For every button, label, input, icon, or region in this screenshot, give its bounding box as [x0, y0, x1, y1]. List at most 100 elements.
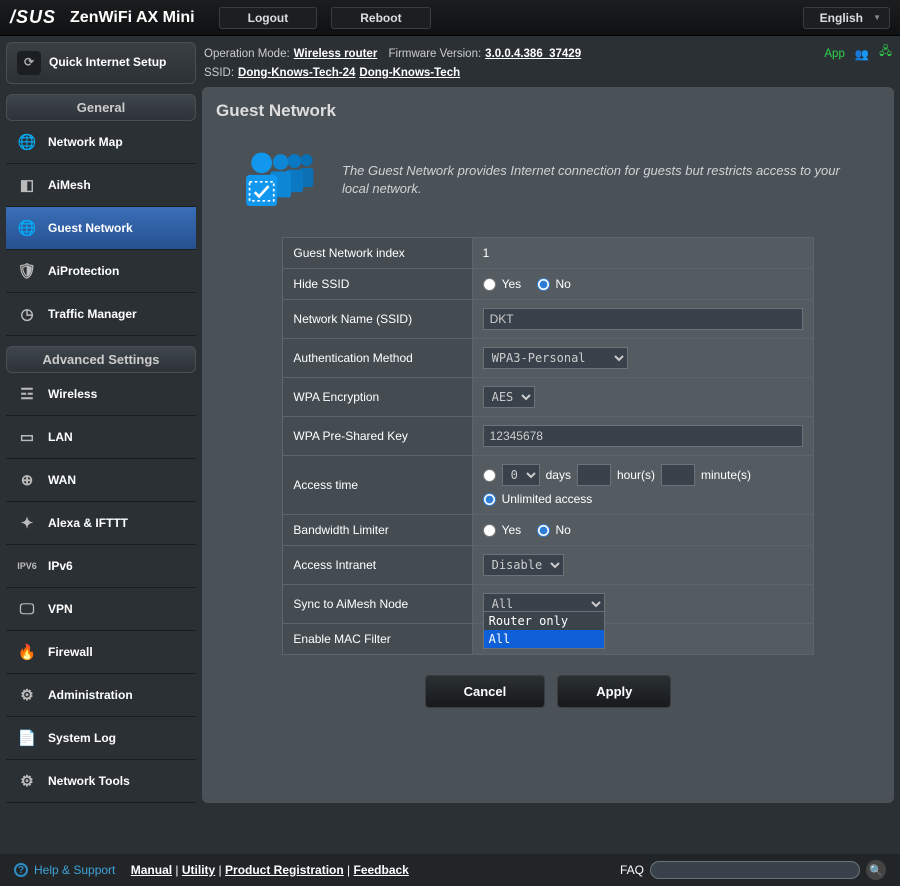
yes-label: Yes: [502, 523, 522, 537]
nav-label: LAN: [48, 430, 73, 444]
sync-option-router-only[interactable]: Router only: [484, 612, 604, 630]
lan-icon: ▭: [16, 426, 38, 448]
cancel-button[interactable]: Cancel: [425, 675, 546, 708]
sync-dropdown-list: Router only All: [483, 611, 605, 649]
auth-select[interactable]: WPA3-Personal: [483, 347, 628, 369]
wan-icon: ⊕: [16, 469, 38, 491]
apply-button[interactable]: Apply: [557, 675, 671, 708]
op-mode-link[interactable]: Wireless router: [294, 48, 378, 60]
op-mode-label: Operation Mode:: [204, 48, 290, 60]
nav-lan[interactable]: ▭ LAN: [6, 416, 196, 459]
hide-ssid-yes[interactable]: [483, 278, 496, 291]
firmware-link[interactable]: 3.0.0.4.386_37429: [485, 48, 581, 60]
page-title: Guest Network: [216, 101, 880, 121]
ssid1-link[interactable]: Dong-Knows-Tech-24: [238, 67, 355, 79]
bw-no[interactable]: [537, 524, 550, 537]
yes-label: Yes: [502, 277, 522, 291]
ssid-line: SSID: Dong-Knows-Tech-24 Dong-Knows-Tech: [202, 65, 894, 81]
language-select[interactable]: English: [803, 7, 890, 29]
language-label: English: [820, 11, 863, 25]
aimesh-icon: ◧: [16, 174, 38, 196]
hours-label: hour(s): [617, 468, 655, 482]
registration-link[interactable]: Product Registration: [225, 863, 344, 877]
psk-input[interactable]: [483, 425, 803, 447]
access-mins-input[interactable]: [661, 464, 695, 486]
sync-option-all[interactable]: All: [484, 630, 604, 648]
intranet-select[interactable]: Disable: [483, 554, 564, 576]
nav-firewall[interactable]: 🔥Firewall: [6, 631, 196, 674]
logout-button[interactable]: Logout: [219, 7, 318, 29]
nav-vpn[interactable]: 🖵 VPN: [6, 588, 196, 631]
ssid2-link[interactable]: Dong-Knows-Tech: [359, 67, 460, 79]
app-link[interactable]: App: [824, 48, 844, 60]
button-row: Cancel Apply: [216, 675, 880, 708]
nav-ipv6[interactable]: IPV6IPv6: [6, 545, 196, 588]
access-limited-radio[interactable]: [483, 469, 496, 482]
access-time-label: Access time: [283, 456, 472, 515]
log-icon: 📄: [16, 727, 38, 749]
nav-label: Network Tools: [48, 774, 130, 788]
nav-label: AiMesh: [48, 178, 91, 192]
nav-label: Alexa & IFTTT: [48, 516, 128, 530]
nav-label: Wireless: [48, 387, 97, 401]
guest-users-icon: [234, 145, 324, 215]
nav-aimesh[interactable]: ◧ AiMesh: [6, 164, 196, 207]
auth-label: Authentication Method: [283, 339, 472, 378]
main-panel: Operation Mode: Wireless router Firmware…: [202, 42, 894, 803]
nav-label: Guest Network: [48, 221, 133, 235]
nav-aiprotection[interactable]: 🛡AiProtection: [6, 250, 196, 293]
manual-link[interactable]: Manual: [131, 863, 172, 877]
fw-label: Firmware Version:: [389, 48, 482, 60]
help-icon: ?: [14, 863, 28, 877]
vpn-icon: 🖵: [16, 598, 38, 620]
nav-label: AiProtection: [48, 264, 119, 278]
mesh-status-icon[interactable]: 🖧: [879, 44, 892, 63]
firewall-icon: 🔥: [16, 641, 38, 663]
users-icon[interactable]: 👥: [855, 47, 869, 61]
nav-network-map[interactable]: 🌐Network Map: [6, 121, 196, 164]
access-days-select[interactable]: 0: [502, 464, 540, 486]
bw-yes[interactable]: [483, 524, 496, 537]
access-hours-input[interactable]: [577, 464, 611, 486]
ssid-label: Network Name (SSID): [283, 300, 472, 339]
ssid-input[interactable]: [483, 308, 803, 330]
top-bar: /SUS ZenWiFi AX Mini Logout Reboot Engli…: [0, 0, 900, 36]
qis-label: Quick Internet Setup: [49, 56, 166, 69]
nav-label: VPN: [48, 602, 73, 616]
ssid-label: SSID:: [204, 67, 234, 79]
nav-network-tools[interactable]: ⚙Network Tools: [6, 760, 196, 803]
nav-traffic-manager[interactable]: ◷Traffic Manager: [6, 293, 196, 336]
nav-system-log[interactable]: 📄System Log: [6, 717, 196, 760]
network-map-icon: 🌐: [16, 131, 38, 153]
days-label: days: [546, 468, 571, 482]
faq-search-button[interactable]: 🔍: [866, 860, 886, 880]
intranet-label: Access Intranet: [283, 546, 472, 585]
model-name: ZenWiFi AX Mini: [70, 9, 195, 27]
mac-label: Enable MAC Filter: [283, 624, 472, 655]
utility-link[interactable]: Utility: [182, 863, 215, 877]
nav-label: IPv6: [48, 559, 73, 573]
sync-label: Sync to AiMesh Node: [283, 585, 472, 624]
sidebar: ⟳ Quick Internet Setup General 🌐Network …: [6, 42, 196, 803]
access-unlimited-radio[interactable]: [483, 493, 496, 506]
enc-label: WPA Encryption: [283, 378, 472, 417]
nav-wan[interactable]: ⊕WAN: [6, 459, 196, 502]
help-support-link[interactable]: Help & Support: [34, 863, 115, 877]
mins-label: minute(s): [701, 468, 751, 482]
faq-label: FAQ: [620, 863, 644, 877]
nav-alexa[interactable]: ✦Alexa & IFTTT: [6, 502, 196, 545]
section-general: General: [6, 94, 196, 121]
no-label: No: [556, 523, 571, 537]
brand-logo: /SUS: [10, 7, 56, 28]
nav-guest-network[interactable]: 🌐Guest Network: [6, 207, 196, 250]
reboot-button[interactable]: Reboot: [331, 7, 430, 29]
nav-wireless[interactable]: ☲ Wireless: [6, 373, 196, 416]
quick-internet-setup[interactable]: ⟳ Quick Internet Setup: [6, 42, 196, 84]
gauge-icon: ◷: [16, 303, 38, 325]
feedback-link[interactable]: Feedback: [354, 863, 409, 877]
wireless-icon: ☲: [16, 383, 38, 405]
faq-search-input[interactable]: [650, 861, 860, 879]
nav-administration[interactable]: ⚙Administration: [6, 674, 196, 717]
hide-ssid-no[interactable]: [537, 278, 550, 291]
enc-select[interactable]: AES: [483, 386, 535, 408]
